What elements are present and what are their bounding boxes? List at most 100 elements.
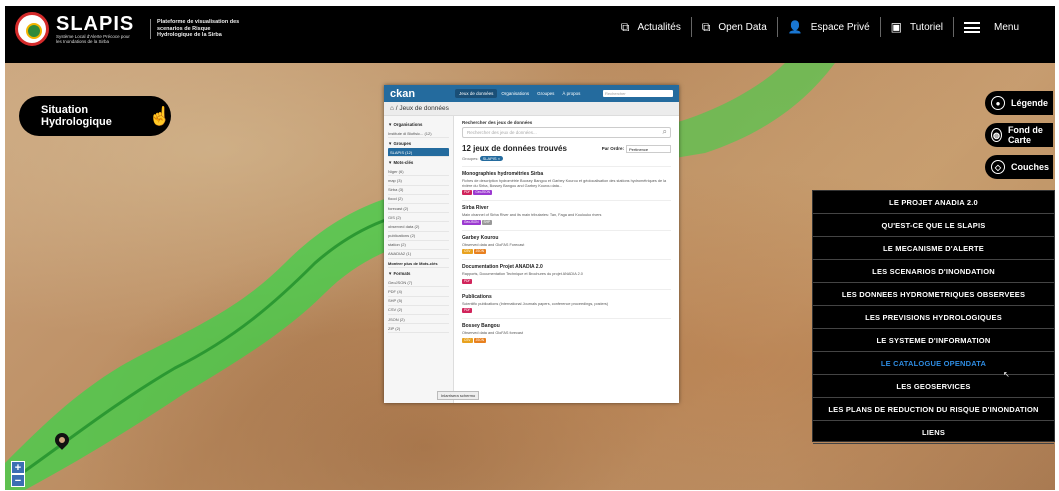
format-badge[interactable]: PDF [462, 278, 473, 284]
ckan-nav-organisations[interactable]: Organisations [497, 89, 533, 98]
menu-item[interactable]: QU'EST-CE QUE LE SLAPIS [813, 214, 1054, 237]
menu-item[interactable]: LE MECANISME D'ALERTE [813, 237, 1054, 260]
format-badge[interactable]: CSV [462, 249, 473, 254]
side-label: Couches [1011, 162, 1050, 172]
dataset-description: Rapports, Documentation Technique et Bro… [462, 272, 583, 276]
menu-item[interactable]: LE SYSTEME D'INFORMATION [813, 329, 1054, 352]
dataset-item[interactable]: Garbey Kourou Observed data and GloFAS Fo… [462, 229, 671, 260]
dataset-item[interactable]: Publications Scientific publications (Int… [462, 288, 671, 319]
home-icon[interactable]: ⌂ [390, 105, 394, 112]
brand: SLAPIS Système Local d'Alerte Précoce po… [56, 14, 136, 44]
facet-item[interactable]: map (3) [388, 176, 449, 186]
situation-hydrologique-button[interactable]: Situation Hydrologique ☝ [19, 96, 171, 136]
facet-item[interactable]: PDF (4) [388, 287, 449, 297]
brand-name: SLAPIS [56, 13, 135, 35]
facet-item[interactable]: SHP (5) [388, 297, 449, 306]
facet-item[interactable]: GIS (2) [388, 213, 449, 223]
breadcrumb-label[interactable]: / Jeux de données [396, 105, 449, 112]
menu-item[interactable]: LE CATALOGUE OPENDATA [813, 352, 1054, 375]
zoom-out-button[interactable]: − [11, 474, 25, 487]
nav-actualites[interactable]: ⧉ Actualités [611, 17, 692, 37]
menu-item[interactable]: LES SCENARIOS D'INONDATION [813, 260, 1054, 283]
dataset-title[interactable]: Monographies hydrométries Sirba [462, 171, 671, 177]
layers-icon: ◇ [991, 160, 1005, 174]
format-badge[interactable]: GeoJSON [473, 190, 492, 195]
filter-pill[interactable]: SLAPIS × [479, 156, 504, 161]
format-badge[interactable]: PDF [462, 190, 473, 195]
format-badge[interactable]: JSON [473, 337, 487, 343]
nav-espace-prive[interactable]: 👤 Espace Privé [778, 17, 881, 37]
fond-de-carte-button[interactable]: ◍ Fond de Carte [985, 123, 1053, 147]
format-badge[interactable]: SHP [481, 219, 493, 225]
user-icon: 👤 [787, 20, 803, 34]
show-more-tags-link[interactable]: Montrer plus de Mots-clés [388, 259, 449, 269]
slapis-logo[interactable]: SLAPIS Système Local d'Alerte Précoce po… [15, 12, 240, 46]
dataset-item[interactable]: Bossey Bangou Observed data and GloFAS fo… [462, 318, 671, 348]
ckan-sidebar: ▼ Organisations Institute di Biofisic...… [384, 116, 454, 403]
menu-item[interactable]: LIENS [813, 421, 1054, 444]
menu-item[interactable]: LES DONNEES HYDROMETRIQUES OBSERVEES [813, 283, 1054, 306]
facet-item[interactable]: Sirba (3) [388, 186, 449, 195]
results-count-label: 12 jeux de données trouvés [462, 144, 567, 153]
menu-item[interactable]: LES PLANS DE REDUCTION DU RISQUE D'INOND… [813, 398, 1054, 421]
menu-item[interactable]: LE PROJET ANADIA 2.0 [813, 191, 1054, 214]
dataset-item[interactable]: Monographies hydrométries Sirba Fiches de… [462, 166, 671, 200]
facet-item[interactable]: Institute di Biofisic... (12) [388, 129, 449, 139]
menu-item[interactable]: LES GEOSERVICES [813, 375, 1054, 398]
dataset-title[interactable]: Documentation Projet ANADIA 2.0 [462, 264, 671, 270]
ckan-main: Rechercher des jeux de données Recherche… [454, 116, 679, 403]
facet-item[interactable]: station (2) [388, 241, 449, 250]
format-badge[interactable]: JSON [473, 249, 487, 254]
nav-label: Actualités [637, 21, 681, 33]
format-badge[interactable]: GeoJSON [462, 219, 481, 225]
dataset-title[interactable]: Garbey Kourou [462, 235, 671, 241]
dataset-title[interactable]: Publications [462, 294, 671, 300]
facet-item[interactable]: GeoJSON (7) [388, 278, 449, 288]
facet-title: ▼ Organisations [388, 122, 423, 127]
external-link-icon: ⧉ [701, 19, 711, 34]
dataset-item[interactable]: Sirba River Main channel of Sirba River a… [462, 200, 671, 230]
facet-item[interactable]: ZIP (2) [388, 324, 449, 334]
format-badge[interactable]: CSV [462, 337, 473, 343]
top-nav: ⧉ Actualités ⧉ Open Data 👤 Espace Privé ▣ Tu… [611, 6, 1055, 48]
facet-item[interactable]: publications (2) [388, 232, 449, 241]
active-filters: Groupes: SLAPIS × [462, 156, 671, 161]
facet-item[interactable]: ANADIA2 (1) [388, 250, 449, 260]
dataset-title[interactable]: Bossey Bangou [462, 323, 671, 329]
menu-item[interactable]: LES PREVISIONS HYDROLOGIQUES [813, 306, 1054, 329]
ckan-header: ckan Jeux de données Organisations Group… [384, 85, 679, 102]
river-flood-area-east [675, 63, 835, 158]
dataset-title[interactable]: Sirba River [462, 205, 671, 211]
dataset-description: Observed data and GloFAS forecast [462, 331, 523, 335]
ckan-nav-about[interactable]: À propos [558, 89, 584, 98]
nav-label: Tutoriel [910, 21, 943, 33]
facet-item[interactable]: JSON (2) [388, 315, 449, 325]
mouse-cursor-icon: ↖ [1003, 370, 1010, 379]
nav-menu[interactable]: Menu [954, 17, 1055, 37]
facet-item[interactable]: flood (2) [388, 195, 449, 204]
facet-item-selected[interactable]: SLAPIS (12) [388, 148, 449, 158]
dataset-description: Main channel of Sirba River and its main… [462, 213, 602, 217]
ckan-nav-groups[interactable]: Groupes [533, 89, 558, 98]
zoom-in-button[interactable]: + [11, 461, 25, 474]
format-badges: PDF [462, 308, 671, 313]
breadcrumb: ⌂ / Jeux de données [384, 102, 679, 116]
dataset-description: Observed data and GloFAS Forecast [462, 242, 525, 247]
nav-open-data[interactable]: ⧉ Open Data [692, 17, 778, 37]
ckan-logo[interactable]: ckan [390, 88, 415, 100]
situation-label: Situation Hydrologique [41, 104, 112, 128]
top-bar: SLAPIS Système Local d'Alerte Précoce po… [5, 6, 1055, 63]
facet-item[interactable]: Niger (6) [388, 167, 449, 177]
order-select[interactable]: Pertinence [626, 144, 671, 153]
format-badge[interactable]: PDF [462, 308, 473, 313]
nav-tutoriel[interactable]: ▣ Tutoriel [881, 17, 954, 37]
couches-button[interactable]: ◇ Couches [985, 155, 1053, 179]
facet-item[interactable]: CSV (2) [388, 306, 449, 315]
legende-button[interactable]: ● Légende [985, 91, 1053, 115]
dataset-item[interactable]: Documentation Projet ANADIA 2.0 Rapports,… [462, 259, 671, 289]
facet-item[interactable]: forecast (2) [388, 204, 449, 214]
dataset-search-input[interactable]: Rechercher des jeux de données... [462, 127, 671, 138]
facet-item[interactable]: observed data (2) [388, 222, 449, 232]
ckan-nav-datasets[interactable]: Jeux de données [455, 89, 498, 98]
ckan-search-input[interactable]: Rechercher [603, 90, 673, 97]
